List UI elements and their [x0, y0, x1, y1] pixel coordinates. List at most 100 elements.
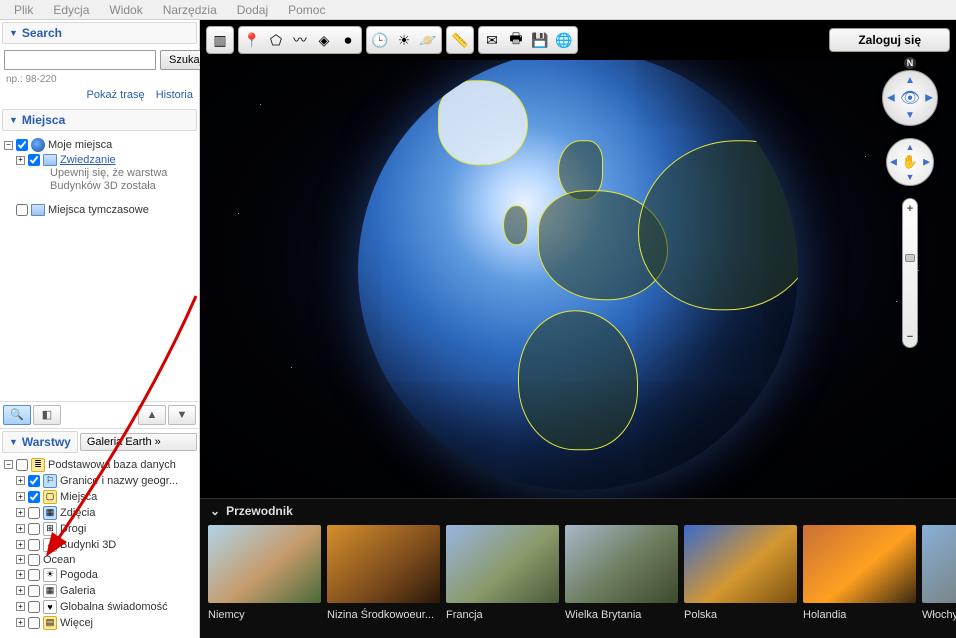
guide-item[interactable]: Polska — [684, 525, 797, 621]
history-link[interactable]: Historia — [156, 89, 193, 101]
history-button[interactable]: 🕒 — [368, 28, 392, 52]
sky-button[interactable]: 🪐 — [416, 28, 440, 52]
expander-icon[interactable]: − — [4, 141, 13, 150]
north-indicator[interactable]: N — [904, 57, 916, 69]
look-down-icon[interactable]: ▼ — [905, 110, 915, 121]
up-button[interactable]: ▲ — [138, 405, 166, 425]
guide-item[interactable]: Włochy — [922, 525, 956, 621]
guide-item[interactable]: Niemcy — [208, 525, 321, 621]
expander-icon[interactable]: + — [16, 586, 25, 595]
earth-gallery-button[interactable]: Galeria Earth» — [80, 433, 197, 451]
menu-tools[interactable]: Narzędzia — [153, 1, 227, 19]
layer-checkbox[interactable] — [28, 491, 40, 503]
layer-checkbox[interactable] — [28, 554, 40, 566]
tour-link[interactable]: Zwiedzanie — [60, 154, 116, 166]
chevron-down-icon[interactable]: ⌄ — [210, 504, 220, 518]
layer-checkbox[interactable] — [28, 601, 40, 613]
expander-icon[interactable]: + — [16, 570, 25, 579]
menu-add[interactable]: Dodaj — [227, 1, 278, 19]
chevron-right-icon: » — [155, 436, 161, 448]
guide-item[interactable]: Holandia — [803, 525, 916, 621]
look-right-icon[interactable]: ▶ — [925, 93, 933, 104]
menu-file[interactable]: Plik — [4, 1, 43, 19]
look-left-icon[interactable]: ◀ — [887, 93, 895, 104]
mail-button[interactable]: ✉ — [480, 28, 504, 52]
layers-panel-header[interactable]: ▼ Warstwy — [2, 431, 78, 453]
myplaces-checkbox[interactable] — [16, 139, 28, 151]
compass-control[interactable]: N ▲ ▼ ◀ ▶ 👁 — [882, 70, 938, 126]
find-tool[interactable]: 🔍 — [3, 405, 31, 425]
pan-control[interactable]: ▲ ▼ ◀ ▶ ✋ — [886, 138, 934, 186]
expander-icon[interactable]: + — [16, 602, 25, 611]
collapse-icon: ▼ — [9, 28, 18, 38]
globe-canvas[interactable] — [200, 60, 956, 498]
guide-item[interactable]: Wielka Brytania — [565, 525, 678, 621]
ruler-button[interactable]: 📏 — [448, 28, 472, 52]
expander-icon[interactable]: + — [16, 524, 25, 533]
zoom-in-button[interactable]: + — [907, 203, 913, 215]
pan-right-icon[interactable]: ▶ — [923, 157, 930, 168]
guide-title: Przewodnik — [226, 504, 293, 518]
pan-left-icon[interactable]: ◀ — [890, 157, 897, 168]
expander-icon[interactable]: + — [16, 540, 25, 549]
expander-icon[interactable]: + — [16, 508, 25, 517]
placemark-button[interactable]: 📍 — [240, 28, 264, 52]
split-tool[interactable]: ◧ — [33, 405, 61, 425]
maps-button[interactable]: 🌐 — [552, 28, 576, 52]
layer-icon: ▤ — [43, 616, 57, 630]
record-tour-button[interactable]: ⏺ — [336, 28, 360, 52]
zoom-out-button[interactable]: − — [907, 331, 913, 343]
zoom-thumb[interactable] — [905, 254, 915, 262]
guide-thumbnail — [327, 525, 440, 603]
layer-checkbox[interactable] — [28, 617, 40, 629]
layer-checkbox[interactable] — [28, 507, 40, 519]
tour-checkbox[interactable] — [28, 154, 40, 166]
hide-sidebar-button[interactable]: ▥ — [208, 28, 232, 52]
search-input[interactable] — [4, 50, 156, 70]
path-button[interactable]: 〰 — [288, 28, 312, 52]
pan-down-icon[interactable]: ▼ — [906, 172, 915, 182]
expander-icon[interactable]: + — [16, 476, 25, 485]
rootlayer-checkbox[interactable] — [16, 459, 28, 471]
earth-globe[interactable] — [358, 60, 798, 490]
login-button[interactable]: Zaloguj się — [829, 28, 950, 52]
layer-label: Globalna świadomość — [60, 601, 168, 613]
menu-edit[interactable]: Edycja — [43, 1, 99, 19]
zoom-slider[interactable]: + − — [902, 198, 918, 348]
tour-note: Upewnij się, że warstwa — [2, 167, 197, 180]
expander-icon[interactable]: + — [16, 492, 25, 501]
route-link[interactable]: Pokaż trasę — [87, 89, 145, 101]
layer-checkbox[interactable] — [28, 523, 40, 535]
expander-icon[interactable]: + — [16, 156, 25, 165]
look-up-icon[interactable]: ▲ — [905, 75, 915, 86]
print-button[interactable]: 🖶 — [504, 28, 528, 52]
guide-item[interactable]: Francja — [446, 525, 559, 621]
temp-checkbox[interactable] — [16, 204, 28, 216]
save-button[interactable]: 💾 — [528, 28, 552, 52]
guide-thumbnail — [684, 525, 797, 603]
expander-icon[interactable]: + — [16, 555, 25, 564]
pan-up-icon[interactable]: ▲ — [906, 142, 915, 152]
menu-bar: Plik Edycja Widok Narzędzia Dodaj Pomoc — [0, 0, 956, 20]
down-button[interactable]: ▼ — [168, 405, 196, 425]
expander-icon[interactable]: + — [16, 618, 25, 627]
layer-icon: ⊞ — [43, 522, 57, 536]
rootlayer-label: Podstawowa baza danych — [48, 459, 176, 471]
expander-icon[interactable]: − — [4, 460, 13, 469]
search-panel-header[interactable]: ▼ Search — [2, 22, 197, 44]
layer-checkbox[interactable] — [28, 569, 40, 581]
guide-label: Holandia — [803, 603, 916, 621]
places-panel-header[interactable]: ▼ Miejsca — [2, 109, 197, 131]
layer-checkbox[interactable] — [28, 585, 40, 597]
layer-label: Budynki 3D — [60, 539, 116, 551]
sunlight-button[interactable]: ☀ — [392, 28, 416, 52]
layer-checkbox[interactable] — [28, 475, 40, 487]
overlay-button[interactable]: ◈ — [312, 28, 336, 52]
guide-thumbnail — [446, 525, 559, 603]
menu-help[interactable]: Pomoc — [278, 1, 335, 19]
guide-item[interactable]: Nizina Środkowoeur... — [327, 525, 440, 621]
polygon-button[interactable]: ⬠ — [264, 28, 288, 52]
layer-checkbox[interactable] — [28, 539, 40, 551]
menu-view[interactable]: Widok — [99, 1, 152, 19]
map-viewport[interactable]: ▥ 📍 ⬠ 〰 ◈ ⏺ 🕒 ☀ 🪐 📏 ✉ 🖶 💾 🌐 Zaloguj — [200, 20, 956, 638]
